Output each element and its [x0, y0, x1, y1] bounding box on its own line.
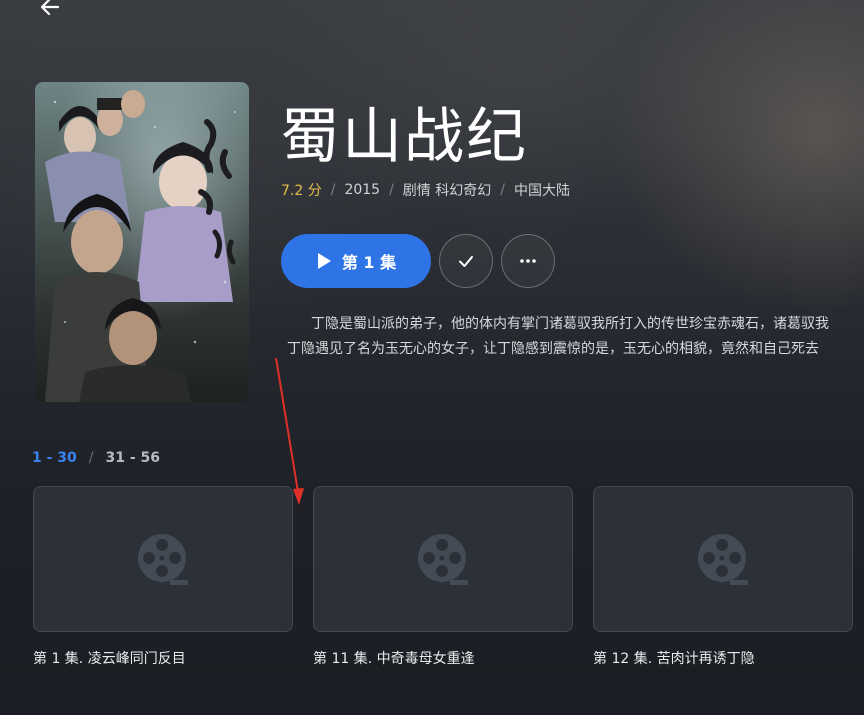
region: 中国大陆: [513, 183, 570, 199]
episode-title[interactable]: 第 11 集. 中奇毒母女重逢: [313, 648, 573, 668]
play-button[interactable]: 第 1 集: [281, 234, 431, 288]
poster-image: [35, 82, 249, 402]
meta-separator: /: [330, 182, 336, 198]
show-meta: 7.2 分 / 2015 / 剧情 科幻奇幻 / 中国大陆: [281, 180, 570, 200]
range-separator: /: [88, 450, 94, 466]
show-description: 丁隐是蜀山派的弟子，他的体内有掌门诸葛驭我所打入的传世珍宝赤魂石，诸葛驭我 ，丁…: [281, 312, 864, 362]
more-options-button[interactable]: [501, 234, 555, 288]
more-horizontal-icon: [520, 259, 536, 263]
description-line: ，丁隐遇见了名为玉无心的女子，让丁隐感到震惊的是，玉无心的相貌，竟然和自己死去: [281, 341, 819, 357]
range-tab[interactable]: 31 - 56: [106, 450, 161, 466]
episode-range-selector: 1 - 30 / 31 - 56: [32, 450, 160, 466]
meta-separator: /: [389, 182, 394, 198]
release-year: 2015: [344, 182, 381, 198]
arrow-left-icon: [40, 0, 60, 16]
episode-title[interactable]: 第 12 集. 苦肉计再诱丁隐: [593, 648, 853, 668]
episode-thumbnail[interactable]: [593, 486, 853, 632]
episode-thumbnail[interactable]: [33, 486, 293, 632]
action-bar: 第 1 集: [281, 234, 555, 288]
genres: 剧情 科幻奇幻: [402, 183, 492, 199]
meta-separator: /: [500, 182, 505, 198]
film-reel-icon: [418, 534, 468, 585]
check-icon: [459, 256, 473, 267]
episode-list: 第 1 集. 凌云峰同门反目 第 11 集. 中奇毒母女重逢 第 12 集. 苦…: [33, 486, 853, 668]
back-button[interactable]: [30, 0, 70, 22]
play-icon: [317, 253, 331, 269]
description-line: 丁隐是蜀山派的弟子，他的体内有掌门诸葛驭我所打入的传世珍宝赤魂石，诸葛驭我: [311, 316, 829, 332]
play-button-label: 第 1 集: [341, 253, 397, 272]
episode-thumbnail[interactable]: [313, 486, 573, 632]
episode-card[interactable]: 第 1 集. 凌云峰同门反目: [33, 486, 293, 668]
episode-title[interactable]: 第 1 集. 凌云峰同门反目: [33, 648, 293, 668]
film-reel-icon: [698, 534, 748, 585]
episode-card[interactable]: 第 12 集. 苦肉计再诱丁隐: [593, 486, 853, 668]
rating: 7.2 分: [281, 183, 322, 199]
range-tab-active[interactable]: 1 - 30: [32, 450, 77, 466]
film-reel-icon: [138, 534, 188, 585]
episode-card[interactable]: 第 11 集. 中奇毒母女重逢: [313, 486, 573, 668]
mark-watched-button[interactable]: [439, 234, 493, 288]
show-title: 蜀山战纪: [280, 102, 528, 172]
